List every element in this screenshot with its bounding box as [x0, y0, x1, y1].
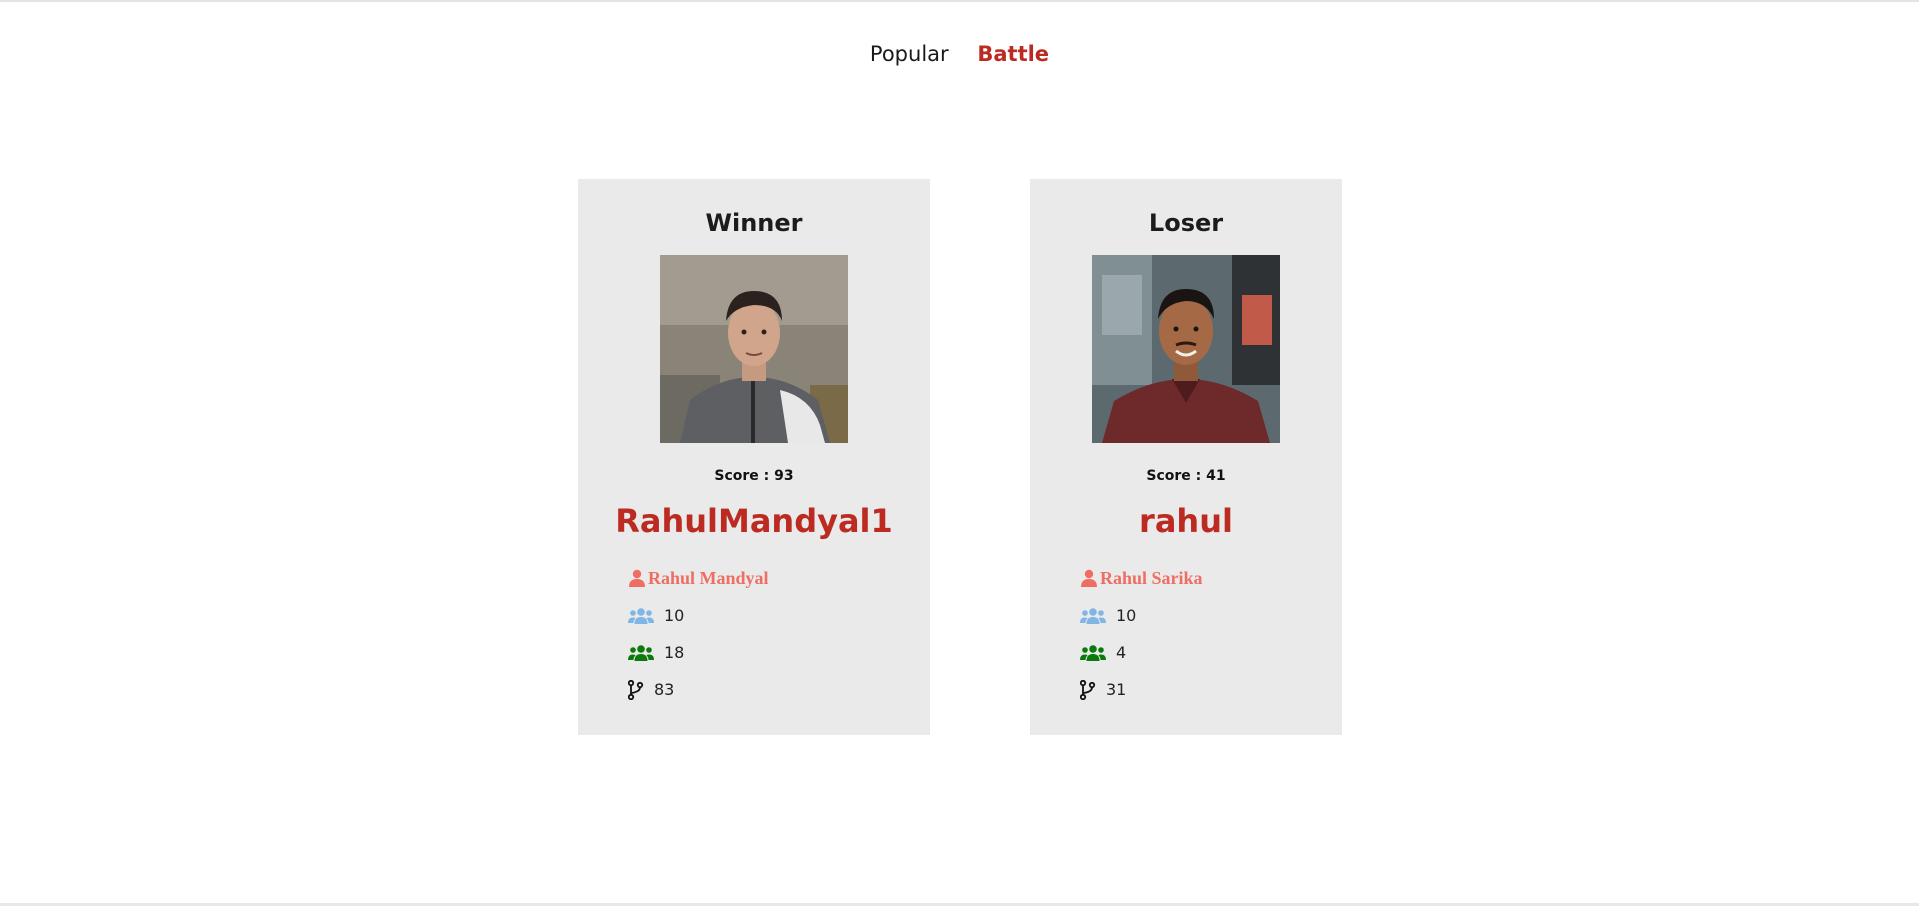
full-name-row: Rahul Sarika: [1080, 559, 1203, 597]
user-icon: [1080, 569, 1098, 587]
repos-count: 83: [654, 680, 675, 699]
followers-row: 10: [1080, 597, 1203, 634]
users-icon: [1080, 644, 1106, 662]
repos-row: 31: [1080, 671, 1203, 708]
top-nav: Popular Battle: [0, 42, 1919, 66]
top-divider: [0, 0, 1919, 2]
following-row: 18: [628, 634, 769, 671]
nav-battle-link[interactable]: Battle: [977, 42, 1049, 66]
user-icon: [628, 569, 646, 587]
winner-card: Winner Score : 93 RahulMandyal1 Rahul Ma…: [578, 179, 930, 735]
code-branch-icon: [628, 679, 644, 700]
following-count: 18: [664, 643, 685, 662]
loser-card: Loser Score : 41 rahul Rahul Sarika 10 4…: [1030, 179, 1342, 735]
repos-count: 31: [1106, 680, 1127, 699]
followers-count: 10: [664, 606, 685, 625]
full-name: Rahul Sarika: [1100, 567, 1203, 588]
avatar: [660, 255, 848, 443]
repos-row: 83: [628, 671, 769, 708]
users-icon: [628, 644, 654, 662]
card-result-title: Winner: [705, 209, 803, 237]
followers-count: 10: [1116, 606, 1137, 625]
username-link[interactable]: rahul: [1030, 502, 1342, 540]
nav-popular-link[interactable]: Popular: [870, 42, 949, 66]
stats-list: Rahul Mandyal 10 18 83: [628, 559, 769, 708]
following-row: 4: [1080, 634, 1203, 671]
users-icon: [628, 607, 654, 625]
username-link[interactable]: RahulMandyal1: [578, 502, 930, 540]
followers-row: 10: [628, 597, 769, 634]
full-name: Rahul Mandyal: [648, 567, 769, 588]
following-count: 4: [1116, 643, 1127, 662]
users-icon: [1080, 607, 1106, 625]
stats-list: Rahul Sarika 10 4 31: [1080, 559, 1203, 708]
card-result-title: Loser: [1148, 209, 1224, 237]
full-name-row: Rahul Mandyal: [628, 559, 769, 597]
score-label: Score : 41: [1146, 468, 1226, 484]
score-label: Score : 93: [714, 468, 794, 484]
avatar: [1092, 255, 1280, 443]
code-branch-icon: [1080, 679, 1096, 700]
